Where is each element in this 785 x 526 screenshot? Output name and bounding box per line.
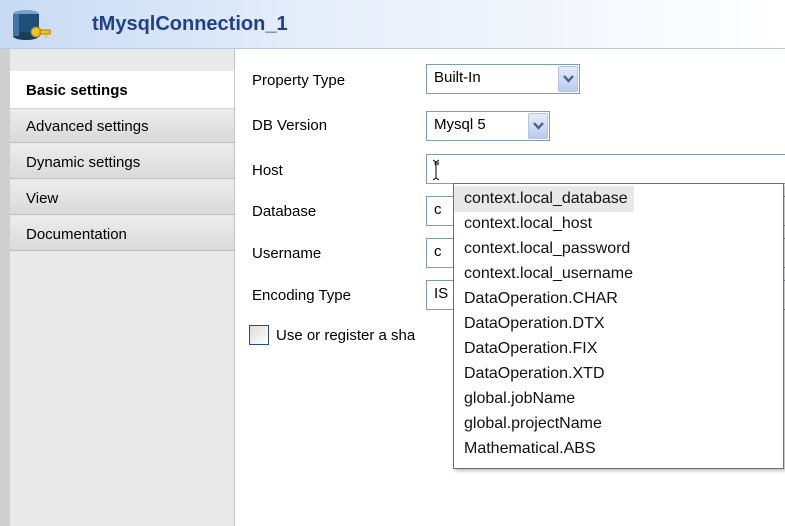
panel-edge — [0, 49, 10, 526]
autocomplete-popup: context.local_database context.local_hos… — [453, 183, 784, 469]
shared-connection-label: Use or register a sha — [276, 327, 416, 344]
tab-basic-settings[interactable]: Basic settings — [10, 71, 234, 109]
autocomplete-item[interactable]: context.local_database — [454, 186, 634, 212]
db-version-select[interactable]: Mysql 5 — [426, 111, 550, 141]
username-value: c — [434, 243, 442, 260]
autocomplete-item[interactable]: DataOperation.DTX — [454, 311, 611, 337]
tab-documentation[interactable]: Documentation — [10, 218, 234, 251]
text-cursor-icon — [433, 159, 439, 181]
host-input[interactable]: " — [426, 154, 785, 184]
autocomplete-item[interactable]: global.jobName — [454, 386, 581, 412]
autocomplete-item[interactable]: DataOperation.XTD — [454, 361, 611, 387]
shared-connection-checkbox[interactable] — [249, 325, 269, 345]
tab-view[interactable]: View — [10, 182, 234, 215]
autocomplete-item[interactable]: Mathematical.ABS — [454, 436, 602, 462]
host-label: Host — [252, 162, 283, 179]
autocomplete-item[interactable]: context.local_username — [454, 261, 639, 287]
property-type-value: Built-In — [434, 69, 481, 86]
tab-advanced-settings[interactable]: Advanced settings — [10, 110, 234, 143]
autocomplete-item[interactable]: context.local_password — [454, 236, 636, 262]
username-label: Username — [252, 245, 322, 262]
db-version-label: DB Version — [252, 117, 328, 134]
chevron-down-icon[interactable] — [558, 66, 578, 92]
database-label: Database — [252, 203, 317, 220]
property-type-select[interactable]: Built-In — [426, 64, 580, 94]
autocomplete-item[interactable]: DataOperation.CHAR — [454, 286, 624, 312]
database-value: c — [434, 201, 442, 218]
autocomplete-item[interactable]: DataOperation.FIX — [454, 336, 603, 362]
component-title: tMysqlConnection_1 — [92, 13, 288, 35]
tab-dynamic-settings[interactable]: Dynamic settings — [10, 146, 234, 179]
db-version-value: Mysql 5 — [434, 116, 486, 133]
encoding-type-label: Encoding Type — [252, 287, 351, 304]
title-bar: tMysqlConnection_1 — [0, 0, 785, 49]
encoding-type-value: IS — [434, 285, 449, 302]
property-type-label: Property Type — [252, 72, 346, 89]
chevron-down-icon[interactable] — [528, 113, 548, 139]
mysql-connection-icon — [13, 10, 51, 40]
autocomplete-item[interactable]: context.local_host — [454, 211, 598, 237]
autocomplete-item[interactable]: global.projectName — [454, 411, 608, 437]
